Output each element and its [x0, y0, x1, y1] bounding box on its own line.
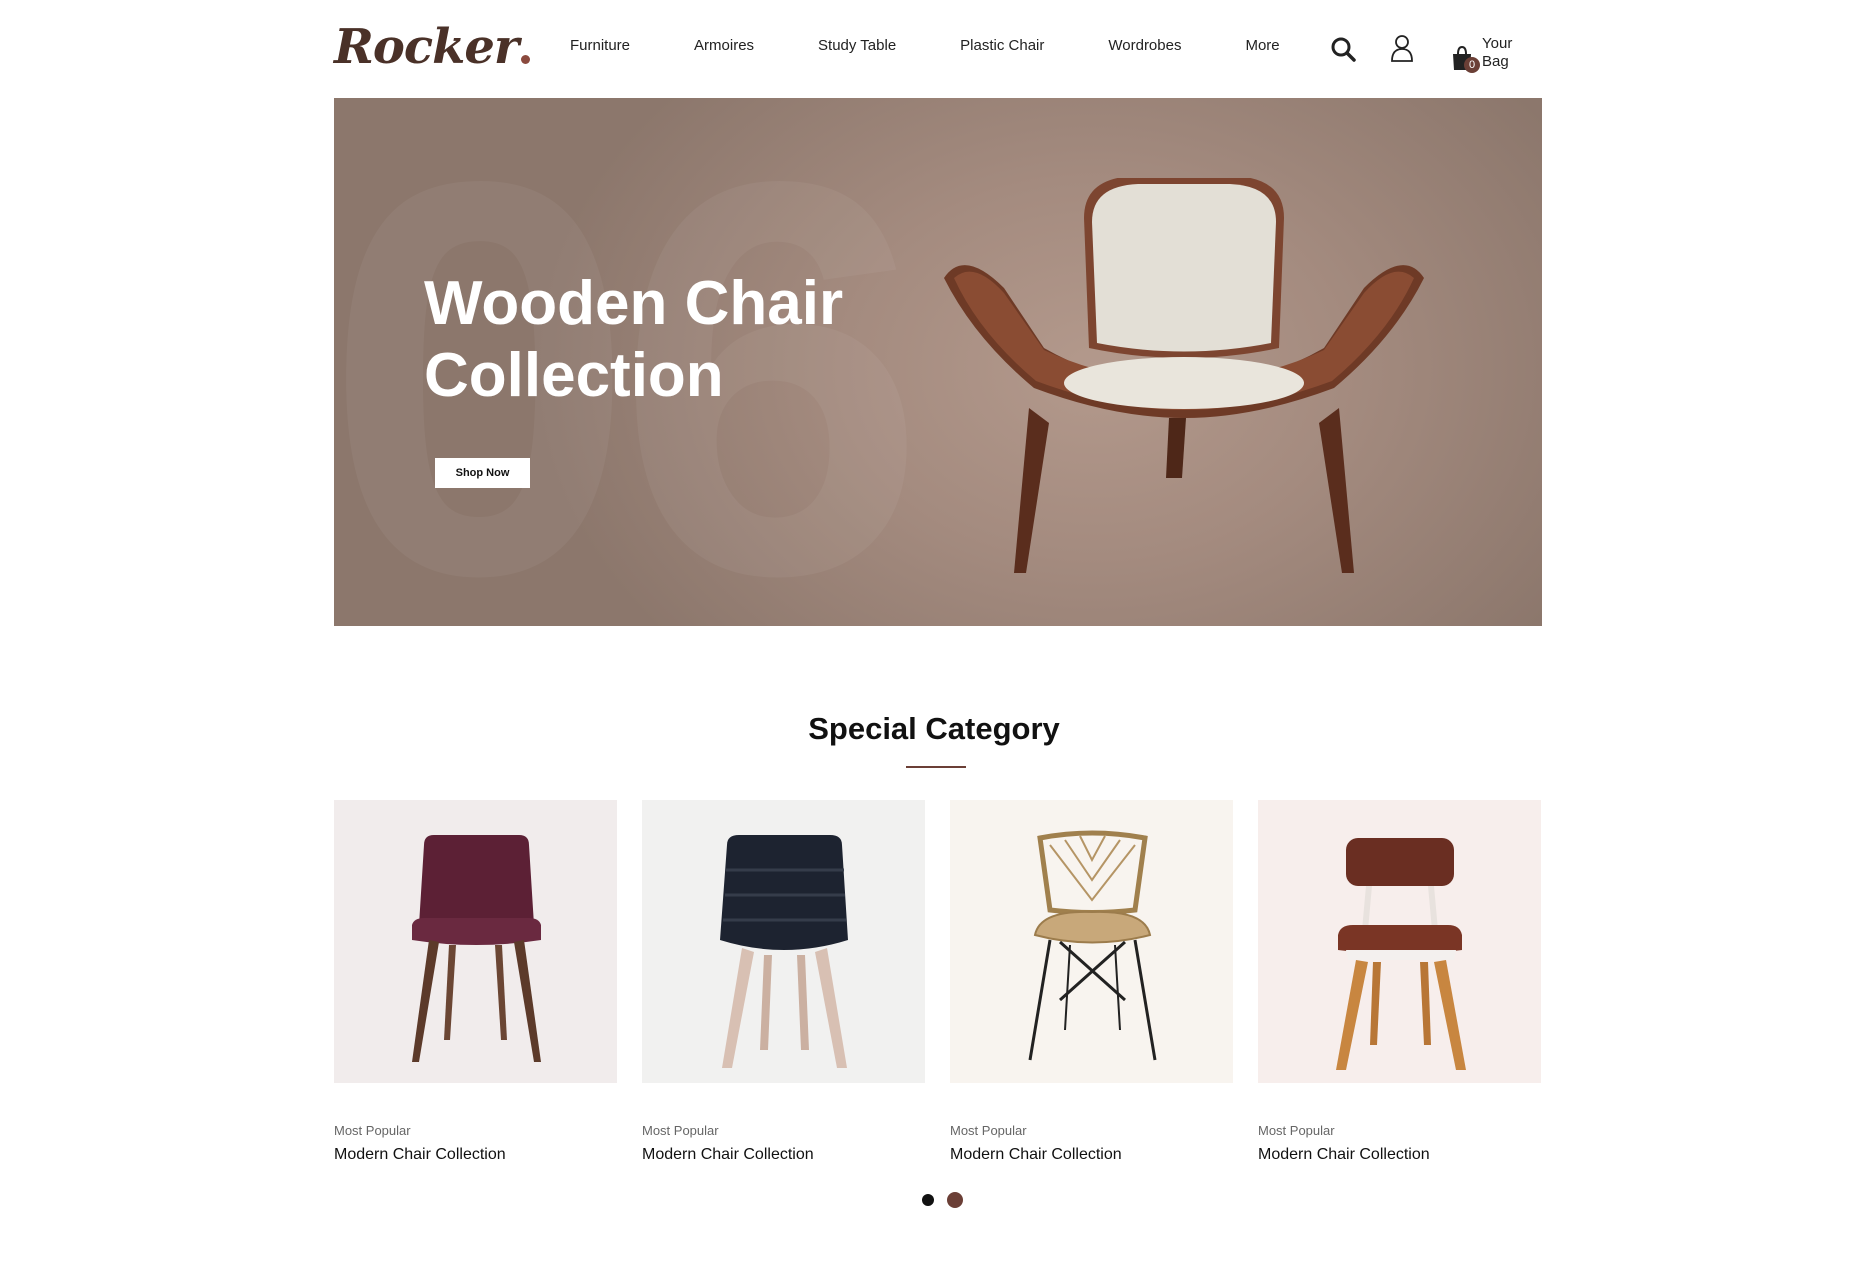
category-card: Most Popular Modern Chair Collection: [642, 800, 925, 1165]
rattan-chair-image: [1028, 830, 1157, 1061]
nav-item-study-table[interactable]: Study Table: [818, 36, 896, 56]
card-title[interactable]: Modern Chair Collection: [642, 1145, 925, 1165]
card-subtitle: Most Popular: [334, 1123, 411, 1138]
category-card-image[interactable]: [950, 800, 1233, 1083]
logo-text: Rocker: [334, 19, 519, 75]
nav-item-armoires[interactable]: Armoires: [694, 36, 754, 56]
category-card: Most Popular Modern Chair Collection: [334, 800, 617, 1165]
bag-count-badge: 0: [1464, 57, 1480, 73]
carousel-dot-2[interactable]: [947, 1192, 963, 1208]
category-carousel: Most Popular Modern Chair Collection Mos…: [334, 800, 1542, 1163]
card-subtitle: Most Popular: [950, 1123, 1027, 1138]
carousel-pagination: [922, 1192, 976, 1208]
black-chair-image: [720, 835, 848, 1068]
card-subtitle: Most Popular: [642, 1123, 719, 1138]
brown-chair-image: [1336, 838, 1466, 1070]
section-divider: [906, 766, 966, 768]
nav-item-furniture[interactable]: Furniture: [570, 36, 630, 56]
purple-chair-image: [412, 835, 541, 1062]
user-icon[interactable]: [1390, 34, 1414, 62]
nav-item-plastic-chair[interactable]: Plastic Chair: [960, 36, 1044, 56]
section-title: Special Category: [808, 711, 1060, 746]
card-subtitle: Most Popular: [1258, 1123, 1335, 1138]
category-card-image[interactable]: [1258, 800, 1541, 1083]
nav-item-more[interactable]: More: [1245, 36, 1279, 56]
bag-label: Your Bag: [1482, 35, 1513, 70]
category-card-image[interactable]: [334, 800, 617, 1083]
card-title[interactable]: Modern Chair Collection: [950, 1145, 1233, 1165]
bag-button[interactable]: 0 Your Bag: [1450, 35, 1542, 73]
main-nav: Furniture Armoires Study Table Plastic C…: [570, 36, 1280, 56]
hero-banner: 06 Wooden Chair Collection Shop Now: [334, 98, 1542, 626]
hero-chair-image: [944, 178, 1424, 573]
site-header: Rocker Furniture Armoires Study Table Pl…: [334, 0, 1542, 98]
shop-now-button[interactable]: Shop Now: [435, 458, 530, 488]
shopping-bag-icon: 0: [1450, 45, 1480, 73]
nav-item-wordrobes[interactable]: Wordrobes: [1108, 36, 1181, 56]
hero-title: Wooden Chair Collection: [424, 269, 844, 410]
search-icon[interactable]: [1330, 36, 1356, 62]
carousel-dot-1[interactable]: [922, 1194, 934, 1206]
card-title[interactable]: Modern Chair Collection: [1258, 1145, 1541, 1165]
logo-dot: [521, 55, 531, 64]
category-card: Most Popular Modern Chair Collection: [1258, 800, 1541, 1165]
logo[interactable]: Rocker: [334, 19, 531, 75]
category-card-image[interactable]: [642, 800, 925, 1083]
card-title[interactable]: Modern Chair Collection: [334, 1145, 617, 1165]
category-card: Most Popular Modern Chair Collection: [950, 800, 1233, 1165]
